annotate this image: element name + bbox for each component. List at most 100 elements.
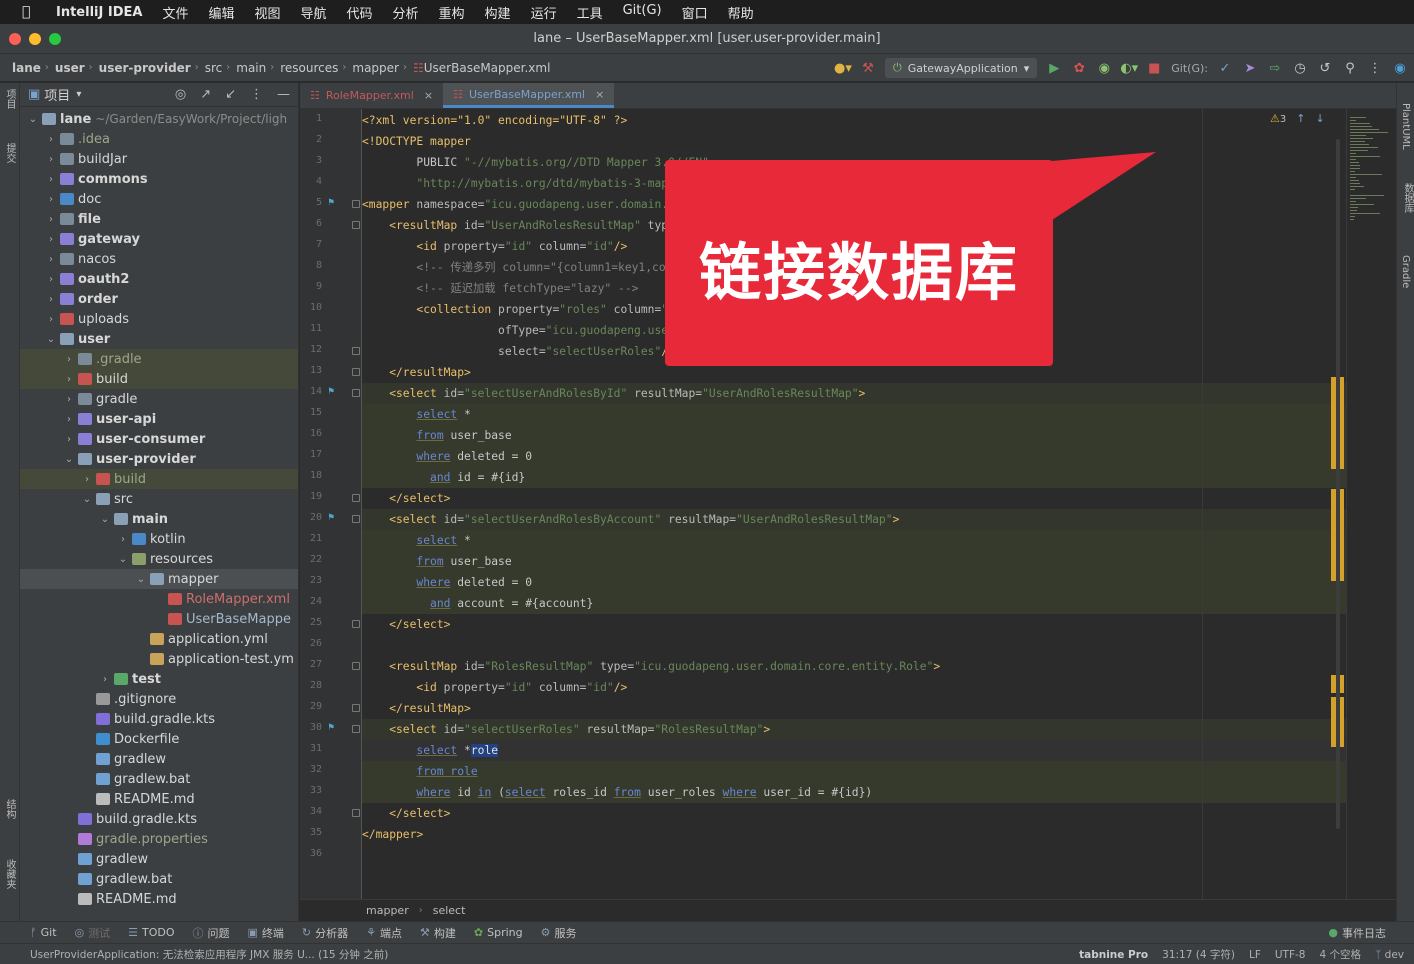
chevron-down-icon[interactable]: ⌄ (62, 454, 76, 465)
fold-icon[interactable] (352, 494, 360, 502)
tree-item[interactable]: › kotlin (20, 529, 298, 549)
tree-item[interactable]: › file (20, 209, 298, 229)
chevron-down-icon[interactable]: ⌄ (98, 514, 112, 525)
code-line[interactable]: </resultMap> (362, 698, 1346, 719)
gradle-tool-label[interactable]: Gradle (1400, 255, 1411, 288)
breadcrumb-item[interactable]: src (205, 61, 223, 75)
tree-item[interactable]: UserBaseMappe (20, 609, 298, 629)
user-icon[interactable]: ●▾ (834, 60, 852, 76)
hide-icon[interactable]: — (277, 87, 290, 102)
close-icon[interactable]: × (595, 88, 604, 101)
tool-tab-todo[interactable]: ☰ TODO (128, 926, 174, 939)
breadcrumb-item[interactable]: resources (280, 61, 338, 75)
tree-item[interactable]: › user-consumer (20, 429, 298, 449)
next-highlight-icon[interactable]: ↓ (1315, 112, 1324, 125)
fold-icon[interactable] (352, 200, 360, 208)
code-line[interactable]: where id in (select roles_id from user_r… (362, 782, 1346, 803)
navigate-mapper-icon[interactable]: ⚑ (328, 512, 340, 523)
caret-position[interactable]: 31:17 (4 字符) (1162, 947, 1235, 962)
tool-tab-profiler[interactable]: ↻ 分析器 (302, 925, 348, 941)
fold-icon[interactable] (352, 704, 360, 712)
menu-item[interactable]: 窗口 (682, 3, 708, 22)
tree-item[interactable]: › uploads (20, 309, 298, 329)
code-line[interactable]: and account = #{account} (362, 593, 1346, 614)
menu-item[interactable]: 构建 (485, 3, 511, 22)
code-line[interactable] (362, 845, 1346, 866)
chevron-down-icon[interactable]: ⌄ (44, 334, 58, 345)
chevron-right-icon[interactable]: › (98, 674, 112, 685)
fold-icon[interactable] (352, 515, 360, 523)
code-line[interactable]: select * (362, 530, 1346, 551)
breadcrumb-item[interactable]: user (55, 61, 85, 75)
fold-icon[interactable] (352, 725, 360, 733)
chevron-right-icon[interactable]: › (62, 414, 76, 425)
editor-tab[interactable]: ☷ RoleMapper.xml × (300, 83, 443, 108)
tabnine-status[interactable]: tabnine Pro (1079, 949, 1148, 961)
code-line[interactable]: where deleted = 0 (362, 446, 1346, 467)
tree-item[interactable]: › .gradle (20, 349, 298, 369)
more-icon[interactable]: ⋮ (1367, 60, 1383, 76)
breadcrumb-item[interactable]: UserBaseMapper.xml (424, 61, 551, 75)
code-line[interactable]: and id = #{id} (362, 467, 1346, 488)
breadcrumb-item[interactable]: mapper (352, 61, 399, 75)
editor-breadcrumb-item[interactable]: select (433, 904, 466, 917)
structure-tool-label[interactable]: 结构 (2, 799, 17, 819)
tool-tab-git[interactable]: ᚠ Git (30, 926, 57, 939)
chevron-right-icon[interactable]: › (44, 174, 58, 185)
tree-item[interactable]: › doc (20, 189, 298, 209)
menu-item[interactable]: 分析 (393, 3, 419, 22)
inspection-widget[interactable]: ⚠3 ↑ ↓ (1270, 112, 1325, 125)
tree-item[interactable]: › buildJar (20, 149, 298, 169)
tree-item[interactable]: › order (20, 289, 298, 309)
chevron-down-icon[interactable]: ⌄ (26, 114, 40, 125)
tree-item[interactable]: gradlew.bat (20, 869, 298, 889)
chevron-down-icon[interactable]: ⌄ (80, 494, 94, 505)
tree-item[interactable]: › commons (20, 169, 298, 189)
minimap[interactable] (1346, 109, 1396, 899)
database-tool-label[interactable]: 数据库 (1400, 183, 1414, 213)
editor-scrollbar[interactable] (1330, 109, 1346, 899)
breadcrumb-item[interactable]: user-provider (99, 61, 191, 75)
fold-icon[interactable] (352, 620, 360, 628)
tree-item[interactable]: README.md (20, 789, 298, 809)
code-line[interactable]: </select> (362, 614, 1346, 635)
chevron-right-icon[interactable]: › (62, 394, 76, 405)
editor-breadcrumb-item[interactable]: mapper (366, 904, 409, 917)
code-line[interactable]: <select id="selectUserAndRolesByAccount"… (362, 509, 1346, 530)
tree-item[interactable]: › nacos (20, 249, 298, 269)
tree-item[interactable]: application-test.ym (20, 649, 298, 669)
chevron-down-icon[interactable]: ⌄ (134, 574, 148, 585)
file-encoding[interactable]: UTF-8 (1275, 949, 1306, 961)
tree-item[interactable]: ⌄ lane ~/Garden/EasyWork/Project/ligh (20, 109, 298, 129)
breadcrumb-item[interactable]: lane (12, 61, 41, 75)
fold-icon[interactable] (352, 389, 360, 397)
git-update-icon[interactable]: ✓ (1217, 60, 1233, 76)
line-separator[interactable]: LF (1249, 949, 1261, 961)
chevron-right-icon[interactable]: › (44, 194, 58, 205)
locate-icon[interactable]: ◎ (175, 87, 186, 102)
project-tool-label[interactable]: 项目 (2, 89, 17, 109)
bookmarks-tool-label[interactable]: 收藏夹 (2, 859, 17, 889)
breadcrumb-item[interactable]: main (236, 61, 266, 75)
tool-tab-problems[interactable]: ⓘ 问题 (193, 925, 230, 941)
tree-item[interactable]: › .idea (20, 129, 298, 149)
code-line[interactable]: </mapper> (362, 824, 1346, 845)
code-line[interactable] (362, 635, 1346, 656)
code-line[interactable]: <!DOCTYPE mapper (362, 131, 1346, 152)
chevron-right-icon[interactable]: › (80, 474, 94, 485)
options-icon[interactable]: ⋮ (250, 87, 263, 102)
tool-tab-spring[interactable]: ✿ Spring (474, 926, 523, 939)
commit-tool-label[interactable]: 提交 (2, 143, 17, 163)
tree-item[interactable]: › test (20, 669, 298, 689)
tree-item[interactable]: ⌄ resources (20, 549, 298, 569)
tree-item[interactable]: RoleMapper.xml (20, 589, 298, 609)
git-push-icon[interactable]: ➤ (1242, 60, 1258, 76)
code-line[interactable]: from user_base (362, 425, 1346, 446)
fold-icon[interactable] (352, 368, 360, 376)
menu-item[interactable]: 代码 (347, 3, 373, 22)
tree-item[interactable]: ⌄ mapper (20, 569, 298, 589)
tree-item[interactable]: ⌄ user (20, 329, 298, 349)
apple-icon[interactable]:  (22, 4, 36, 20)
tool-tab-build[interactable]: ⚒ 构建 (420, 925, 456, 941)
tree-item[interactable]: application.yml (20, 629, 298, 649)
